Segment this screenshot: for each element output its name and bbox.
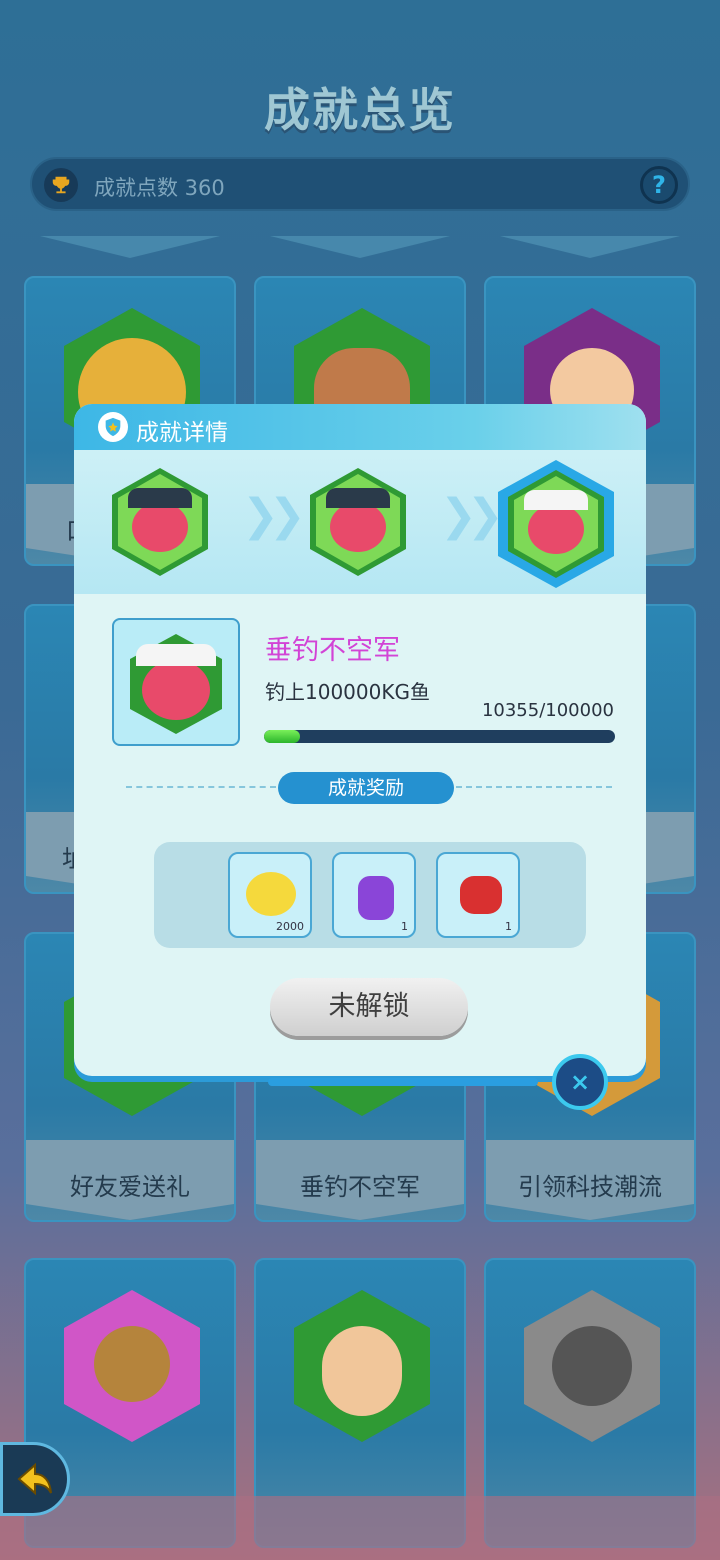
divider-left bbox=[126, 786, 276, 788]
cat-coin-icon bbox=[246, 872, 296, 916]
achievement-card-label: 引领科技潮流 bbox=[518, 1173, 662, 1201]
achievement-icon bbox=[112, 618, 240, 746]
shield-star-icon bbox=[98, 412, 128, 442]
reward-quantity: 1 bbox=[505, 920, 512, 933]
modal-title: 成就详情 bbox=[136, 420, 228, 446]
reward-slot[interactable]: 2000 bbox=[228, 852, 312, 938]
achievement-name: 垂钓不空军 bbox=[265, 635, 400, 666]
row-arrow-right bbox=[500, 236, 680, 258]
row-arrow-left bbox=[40, 236, 220, 258]
stage-1-badge[interactable] bbox=[112, 468, 208, 576]
purple-potion-icon bbox=[358, 876, 394, 920]
modal-header: 成就详情 bbox=[74, 404, 646, 450]
reward-slot[interactable]: 1 bbox=[436, 852, 520, 938]
bottom-overlay bbox=[0, 1496, 720, 1560]
locked-status-button[interactable]: 未解锁 bbox=[270, 978, 468, 1036]
chevrons-icon: ❯❯ bbox=[242, 490, 306, 541]
reward-quantity: 1 bbox=[401, 920, 408, 933]
chevrons-icon: ❯❯ bbox=[440, 490, 504, 541]
progress-text: 10355/100000 bbox=[481, 700, 614, 721]
progress-fill bbox=[264, 730, 301, 743]
red-potion-icon bbox=[460, 876, 502, 914]
progress-bar bbox=[264, 730, 615, 743]
trophy-icon bbox=[44, 168, 78, 202]
achievement-card-label: 好友爱送礼 bbox=[70, 1173, 190, 1201]
achievement-detail-modal: 成就详情 ❯❯ ❯❯ 垂钓不空军 钓上100000KG鱼 10355/10000… bbox=[74, 404, 646, 1076]
help-button[interactable]: ? bbox=[640, 166, 678, 204]
reward-quantity: 2000 bbox=[276, 920, 304, 933]
achievement-description: 钓上100000KG鱼 bbox=[265, 680, 430, 704]
achievement-card-label: 垂钓不空军 bbox=[300, 1173, 420, 1201]
modal-underline bbox=[268, 1078, 538, 1086]
close-button[interactable]: × bbox=[552, 1054, 608, 1110]
reward-panel: 2000 1 1 bbox=[154, 842, 586, 948]
reward-section-label: 成就奖励 bbox=[278, 772, 454, 804]
row-arrow-center bbox=[270, 236, 450, 258]
page-title: 成就总览 bbox=[264, 83, 456, 137]
divider-right bbox=[456, 786, 612, 788]
stage-2-badge[interactable] bbox=[310, 468, 406, 576]
back-arrow-icon bbox=[17, 1462, 52, 1496]
achievement-points-label: 成就点数 360 bbox=[94, 176, 225, 200]
reward-slot[interactable]: 1 bbox=[332, 852, 416, 938]
achievement-points-bar: 成就点数 360 ? bbox=[30, 157, 690, 211]
